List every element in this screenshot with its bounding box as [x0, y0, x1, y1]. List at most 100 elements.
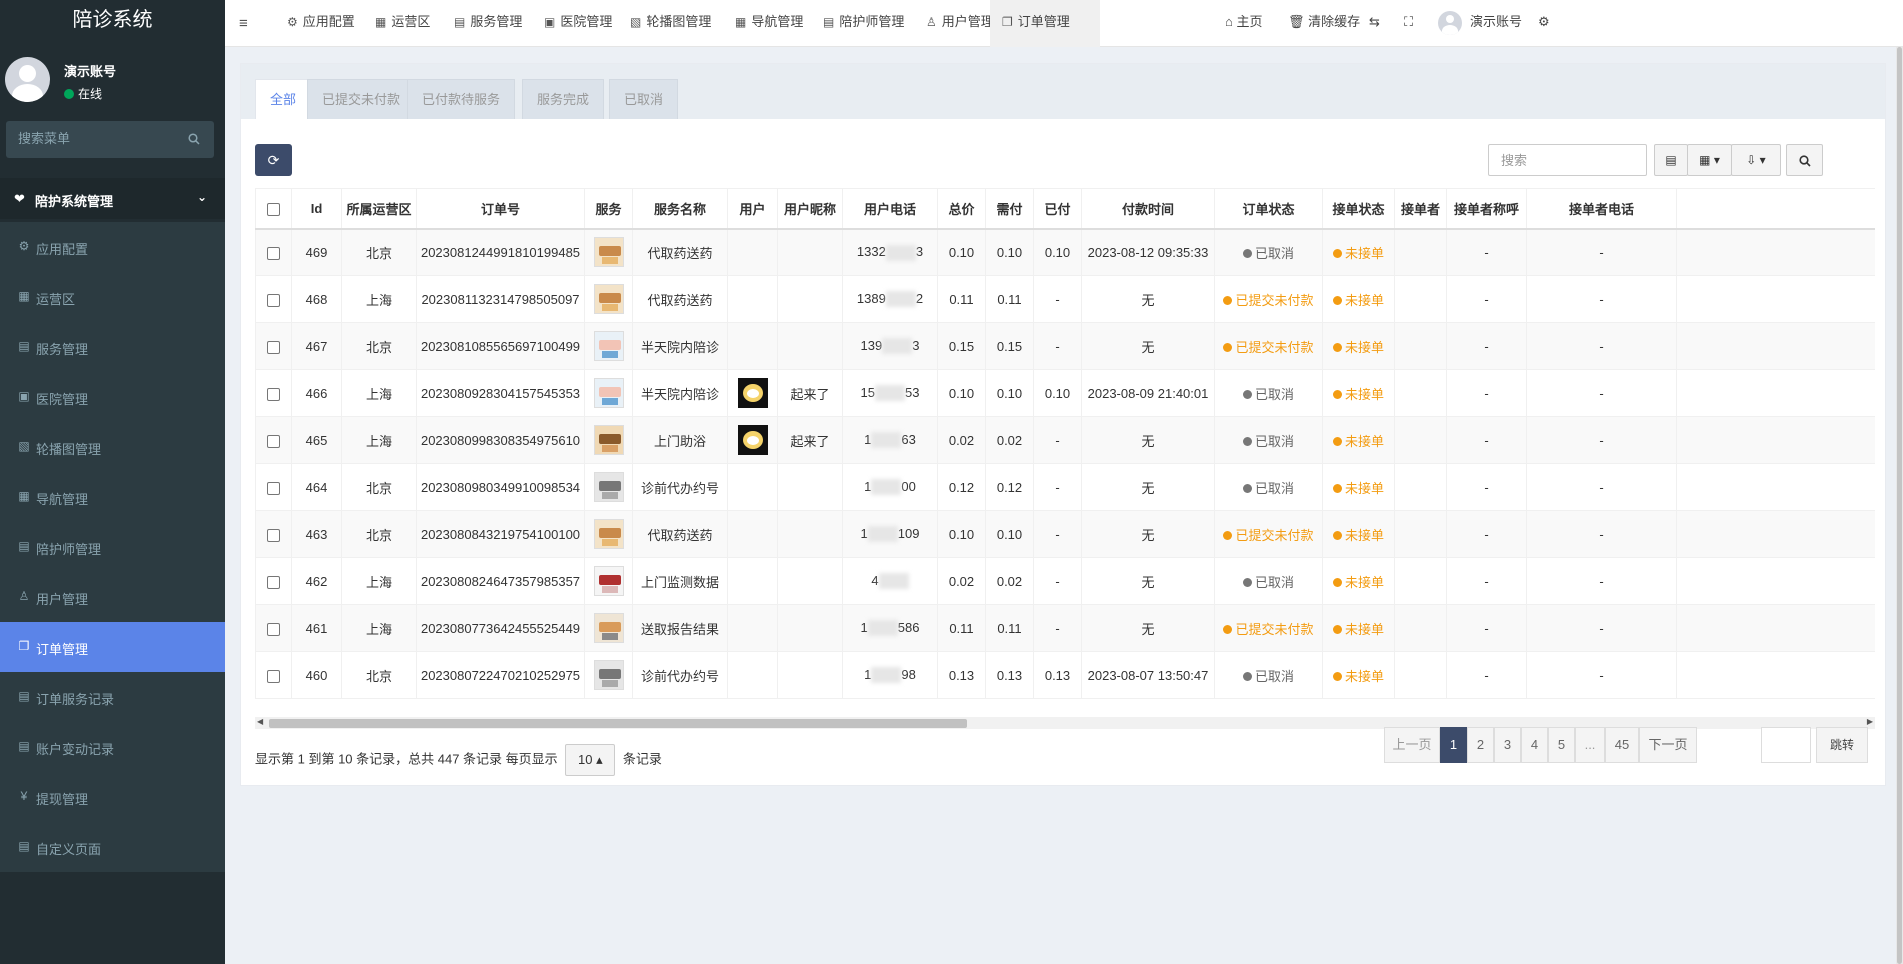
fullscreen-icon[interactable]: ⛶	[1404, 0, 1413, 43]
scroll-right-icon[interactable]: ▶	[1867, 717, 1873, 726]
table-row[interactable]: 460 北京 2023080722470210252975 诊前代办约号 1 98 0.13…	[255, 651, 1875, 699]
sidebar-item-1[interactable]: ▦ 运营区	[0, 272, 225, 322]
status-tab-3[interactable]: 服务完成	[522, 79, 605, 119]
tab-4[interactable]: ▧ 轮播图管理	[618, 0, 736, 47]
column-header[interactable]: 总价	[937, 188, 986, 230]
row-checkbox[interactable]	[267, 622, 280, 636]
column-header[interactable]: Id	[291, 188, 342, 230]
service-thumbnail[interactable]	[593, 284, 624, 314]
user-avatar[interactable]	[737, 378, 768, 408]
sidebar-item-12[interactable]: ▤ 自定义页面	[0, 822, 225, 872]
column-header[interactable]: 用户昵称	[777, 188, 843, 230]
service-thumbnail[interactable]	[593, 566, 624, 596]
page-scrollbar-thumb[interactable]	[1897, 47, 1902, 964]
sidebar-item-8[interactable]: ❐ 订单管理	[0, 622, 225, 672]
table-row[interactable]: 461 上海 2023080773642455525449 送取报告结果 1 586 0.1…	[255, 604, 1875, 652]
status-tab-1[interactable]: 已提交未付款	[307, 79, 416, 119]
search-button[interactable]	[1786, 144, 1823, 176]
row-checkbox[interactable]	[267, 434, 280, 448]
row-checkbox[interactable]	[267, 669, 280, 683]
sidebar-item-5[interactable]: ▦ 导航管理	[0, 472, 225, 522]
service-thumbnail[interactable]	[593, 613, 624, 643]
jump-page-input[interactable]	[1761, 727, 1811, 763]
table-row[interactable]: 462 上海 2023080824647357985357 上门监测数据 4 0.02 0.…	[255, 557, 1875, 605]
column-header[interactable]: 接单状态	[1322, 188, 1395, 230]
row-checkbox[interactable]	[267, 340, 280, 354]
page-button-4[interactable]: 4	[1521, 727, 1548, 763]
row-checkbox[interactable]	[267, 387, 280, 401]
menu-search-input[interactable]	[18, 131, 178, 146]
row-checkbox[interactable]	[267, 246, 280, 260]
refresh-button[interactable]: ⟳	[255, 144, 292, 176]
tab-2[interactable]: ▤ 服务管理	[442, 0, 546, 47]
sidebar-item-6[interactable]: ▤ 陪护师管理	[0, 522, 225, 572]
scroll-left-icon[interactable]: ◀	[257, 717, 263, 726]
table-row[interactable]: 468 上海 2023081132314798505097 代取药送药 1389 2 0.1…	[255, 275, 1875, 323]
service-thumbnail[interactable]	[593, 237, 624, 268]
column-header[interactable]: 所属运营区	[341, 188, 417, 230]
home-link[interactable]: ⌂ 主页	[1225, 0, 1263, 43]
select-all-checkbox[interactable]	[267, 202, 280, 216]
translate-icon[interactable]: ⇆	[1369, 0, 1380, 43]
page-button-3[interactable]: 3	[1494, 727, 1521, 763]
table-hscrollbar-thumb[interactable]	[269, 719, 967, 728]
search-icon[interactable]	[188, 133, 200, 145]
row-checkbox[interactable]	[267, 528, 280, 542]
column-header[interactable]: 付款时间	[1081, 188, 1215, 230]
sidebar-item-0[interactable]: ⚙ 应用配置	[0, 222, 225, 272]
menu-group-header[interactable]: ❤ 陪护系统管理 ⌄	[0, 178, 225, 219]
page-scrollbar[interactable]	[1896, 47, 1903, 964]
row-checkbox[interactable]	[267, 481, 280, 495]
row-checkbox[interactable]	[267, 575, 280, 589]
column-header[interactable]: 已付	[1033, 188, 1082, 230]
page-size-select[interactable]: 10 ▴	[565, 744, 616, 776]
sidebar-item-10[interactable]: ▤ 账户变动记录	[0, 722, 225, 772]
brand-title[interactable]: 陪诊系统	[0, 0, 225, 41]
sidebar-item-7[interactable]: ♙ 用户管理	[0, 572, 225, 622]
column-header[interactable]: 接单者称呼	[1446, 188, 1527, 230]
sidebar-item-3[interactable]: ▣ 医院管理	[0, 372, 225, 422]
column-header[interactable]: 订单号	[416, 188, 585, 230]
table-row[interactable]: 464 北京 2023080980349910098534 诊前代办约号 1 00 0.12…	[255, 463, 1875, 511]
export-button[interactable]: ⇩ ▾	[1731, 144, 1781, 176]
row-checkbox[interactable]	[267, 293, 280, 307]
next-page-button[interactable]: 下一页	[1639, 727, 1697, 763]
user-avatar[interactable]	[737, 425, 768, 455]
column-header[interactable]: 接单者	[1394, 188, 1447, 230]
page-button-5[interactable]: 5	[1548, 727, 1575, 763]
status-tab-0[interactable]: 全部	[255, 79, 312, 119]
sidebar-item-9[interactable]: ▤ 订单服务记录	[0, 672, 225, 722]
columns-button[interactable]: ▦ ▾	[1687, 144, 1732, 176]
prev-page-button[interactable]: 上一页	[1384, 727, 1440, 763]
tab-5[interactable]: ▦ 导航管理	[723, 0, 825, 47]
sidebar-item-11[interactable]: ¥ 提现管理	[0, 772, 225, 822]
column-header[interactable]: 服务	[584, 188, 633, 230]
service-thumbnail[interactable]	[593, 519, 624, 549]
service-thumbnail[interactable]	[593, 378, 624, 408]
gears-icon[interactable]: ⚙	[1538, 0, 1550, 43]
sidebar-item-4[interactable]: ▧ 轮播图管理	[0, 422, 225, 472]
table-row[interactable]: 467 北京 2023081085565697100499 半天院内陪诊 139 3 0.1…	[255, 322, 1875, 370]
service-thumbnail[interactable]	[593, 472, 624, 502]
page-button-45[interactable]: 45	[1605, 727, 1639, 763]
column-header[interactable]: 用户	[727, 188, 778, 230]
page-button-1[interactable]: 1	[1440, 727, 1467, 763]
service-thumbnail[interactable]	[593, 331, 624, 361]
jump-button[interactable]: 跳转	[1816, 727, 1868, 763]
table-row[interactable]: 469 北京 2023081244991810199485 代取药送药 1332 3 0.1…	[255, 228, 1875, 276]
sidebar-toggle-icon[interactable]: ≡	[239, 15, 248, 32]
toggle-view-button[interactable]: ▤	[1654, 144, 1688, 176]
tab-8[interactable]: ❐ 订单管理	[990, 0, 1100, 47]
tab-6[interactable]: ▤ 陪护师管理	[811, 0, 929, 47]
status-tab-4[interactable]: 已取消	[609, 79, 679, 119]
page-button-2[interactable]: 2	[1467, 727, 1494, 763]
column-header[interactable]: 用户电话	[842, 188, 938, 230]
column-header[interactable]: 需付	[985, 188, 1034, 230]
table-row[interactable]: 466 上海 2023080928304157545353 半天院内陪诊 起来了 15 53…	[255, 369, 1875, 417]
column-header[interactable]: 订单状态	[1214, 188, 1323, 230]
account-menu[interactable]: 演示账号	[1438, 0, 1522, 43]
column-header[interactable]: 服务名称	[632, 188, 728, 230]
table-row[interactable]: 463 北京 2023080843219754100100 代取药送药 1 109 0.10…	[255, 510, 1875, 558]
table-row[interactable]: 465 上海 2023080998308354975610 上门助浴 起来了 1 63 0.0…	[255, 416, 1875, 464]
column-header[interactable]: 接单者电话	[1526, 188, 1677, 230]
